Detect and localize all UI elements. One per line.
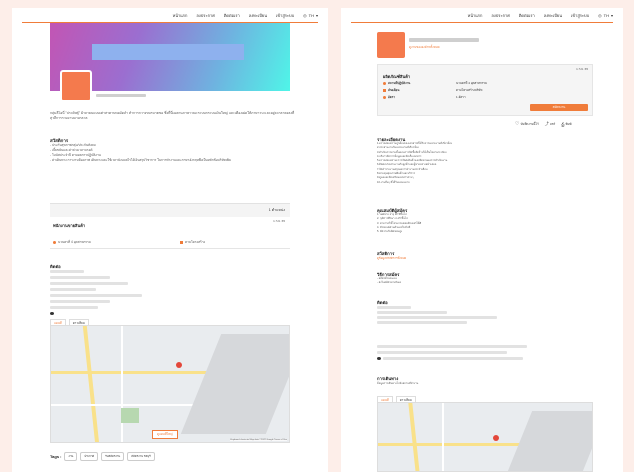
- right-page: หน้าแรก ลงประกาศ ติดต่อเรา ลงทะเบียน เข้…: [341, 8, 623, 472]
- card-title: ผลิตภัณฑ์สินค้า: [383, 74, 411, 79]
- job-location-row: นวนครที่ 4 อุตสาหกรรม: [53, 240, 91, 245]
- services-item: - ค่าเดินทาง การงานห้องภาพ เดินทางและใช้…: [50, 158, 232, 162]
- job-summary-card: 1 ก.ย. 65 ผลิตภัณฑ์สินค้า สถานที่ปฏิบัติ…: [377, 64, 593, 116]
- chevron-down-icon: ▾: [610, 12, 613, 18]
- company-name-placeholder: [96, 94, 146, 97]
- heart-icon: ♡: [515, 121, 520, 127]
- map-credit: Keyboard shortcuts Map data ©2022 Google…: [230, 439, 287, 441]
- job-date: 1 ก.ย. 65: [273, 219, 285, 223]
- map-pin-icon: [493, 435, 499, 441]
- nav-login[interactable]: เข้าสู่ระบบ: [571, 12, 589, 19]
- contact-info: [377, 306, 607, 326]
- tag-chip[interactable]: สมัครงาน ชลบุรี: [127, 452, 155, 461]
- nav-home[interactable]: หน้าแรก: [173, 12, 188, 19]
- services-list: - ประกันสุขภาพกลุ่ม/ประกันสังคม - เบี้ยข…: [50, 143, 295, 163]
- top-nav: หน้าแรก ลงประกาศ ติดต่อเรา ลงทะเบียน เข้…: [12, 8, 328, 22]
- field-salary: เงินเดือน ตามโครงสร้างบริษัท: [383, 88, 482, 93]
- duties-list: 1.ตรวจสอบความถูกต้องของเอกสารที่ได้รับจา…: [377, 142, 453, 184]
- apply-button[interactable]: สมัครงาน: [530, 104, 588, 111]
- location-map[interactable]: ดูแผนที่ใหญ่ Keyboard shortcuts Map data…: [50, 325, 290, 443]
- money-icon: [383, 89, 386, 92]
- job-salary-row: ตามโครงสร้าง: [180, 240, 205, 245]
- save-job-button[interactable]: ♡ บันทึกงานนี้ไว้: [515, 121, 539, 127]
- globe-icon: ◎: [598, 12, 602, 18]
- tag-chip[interactable]: ประกาศ: [80, 452, 99, 461]
- action-row: ♡ บันทึกงานนี้ไว้ ⤴ แชร์ ⎙ พิมพ์: [515, 121, 571, 127]
- tags-row: Tags : งาน ประกาศ รับสมัครงาน สมัครงาน ช…: [50, 452, 155, 461]
- company-logo: [377, 32, 405, 58]
- tag-chip[interactable]: รับสมัครงาน: [101, 452, 125, 461]
- money-icon: [180, 241, 183, 244]
- job-count: 1 ตำแหน่ง: [268, 208, 285, 212]
- top-nav: หน้าแรก ลงประกาศ ติดต่อเรา ลงทะเบียน เข้…: [341, 8, 623, 22]
- contact-lines: [377, 345, 607, 360]
- contact-info: [50, 270, 295, 315]
- nav-register[interactable]: ลงทะเบียน: [544, 12, 562, 19]
- globe-icon: ◎: [303, 12, 307, 18]
- tag-chip[interactable]: งาน: [64, 452, 78, 461]
- phone-icon: [50, 312, 54, 315]
- language-selector[interactable]: ◎ TH ▾: [598, 13, 613, 18]
- how-to-apply-list: - สมัครด้วยตนเอง - ส่งใบสมัครทางอีเมล: [377, 277, 401, 285]
- company-logo: [60, 70, 92, 102]
- location-map[interactable]: [377, 402, 593, 472]
- field-location: สถานที่ปฏิบัติงาน นวนครที่ 4 อุตสาหกรรม: [383, 81, 487, 86]
- job-title[interactable]: พนักงานขายสินค้า: [53, 222, 85, 229]
- map-view-larger-button[interactable]: ดูแผนที่ใหญ่: [152, 430, 178, 439]
- nav-login[interactable]: เข้าสู่ระบบ: [276, 12, 294, 19]
- chevron-down-icon: ▾: [315, 12, 318, 18]
- banner-title-placeholder: [92, 44, 244, 60]
- job-card[interactable]: 1 ก.ย. 65 พนักงานขายสินค้า นวนครที่ 4 อุ…: [50, 219, 290, 249]
- welfare-link[interactable]: ดูข้อมูลสวัสดิการทั้งหมด: [377, 256, 406, 261]
- contact-title: ติดต่อ: [50, 264, 61, 269]
- location-pin-icon: [383, 82, 386, 85]
- contact-title: ติดต่อ: [377, 300, 388, 305]
- phone-icon: [377, 357, 381, 360]
- nav-register[interactable]: ลงทะเบียน: [249, 12, 267, 19]
- map-pin-icon: [176, 362, 182, 368]
- travel-text: ข้อมูลการเดินทางไปยังสถานที่ทำงาน: [377, 382, 419, 385]
- nav-home[interactable]: หน้าแรก: [468, 12, 483, 19]
- left-page: หน้าแรก ลงประกาศ ติดต่อเรา ลงทะเบียน เข้…: [12, 8, 328, 472]
- share-button[interactable]: ⤴ แชร์: [545, 121, 556, 127]
- nav-contact[interactable]: ติดต่อเรา: [224, 12, 240, 19]
- field-positions: อัตรา 1 อัตรา: [383, 95, 466, 100]
- share-icon: ⤴: [544, 121, 549, 126]
- print-button[interactable]: ⎙ พิมพ์: [561, 122, 571, 127]
- company-jobs-link[interactable]: ดูงานขององค์กรทั้งหมด: [409, 45, 440, 50]
- people-icon: [383, 96, 386, 99]
- company-description: กลุ่มลีโอนี่ "ประดิษฐ์" ผ้าลายนแบบเต่าสา…: [50, 111, 295, 120]
- print-icon: ⎙: [561, 121, 565, 127]
- company-name-placeholder: [409, 38, 479, 42]
- nav-post[interactable]: ลงประกาศ: [196, 12, 214, 19]
- qualifications-list: 1. เพศชาย อายุ 22 ปีขึ้นไป 2. วุฒิการศึก…: [377, 213, 422, 234]
- language-selector[interactable]: ◎ TH ▾: [303, 13, 318, 18]
- card-date: 1 ก.ย. 65: [576, 67, 588, 71]
- nav-contact[interactable]: ติดต่อเรา: [519, 12, 535, 19]
- nav-divider: [351, 22, 613, 23]
- nav-post[interactable]: ลงประกาศ: [491, 12, 509, 19]
- job-count-bar: 1 ตำแหน่ง: [50, 203, 290, 217]
- location-pin-icon: [53, 241, 56, 244]
